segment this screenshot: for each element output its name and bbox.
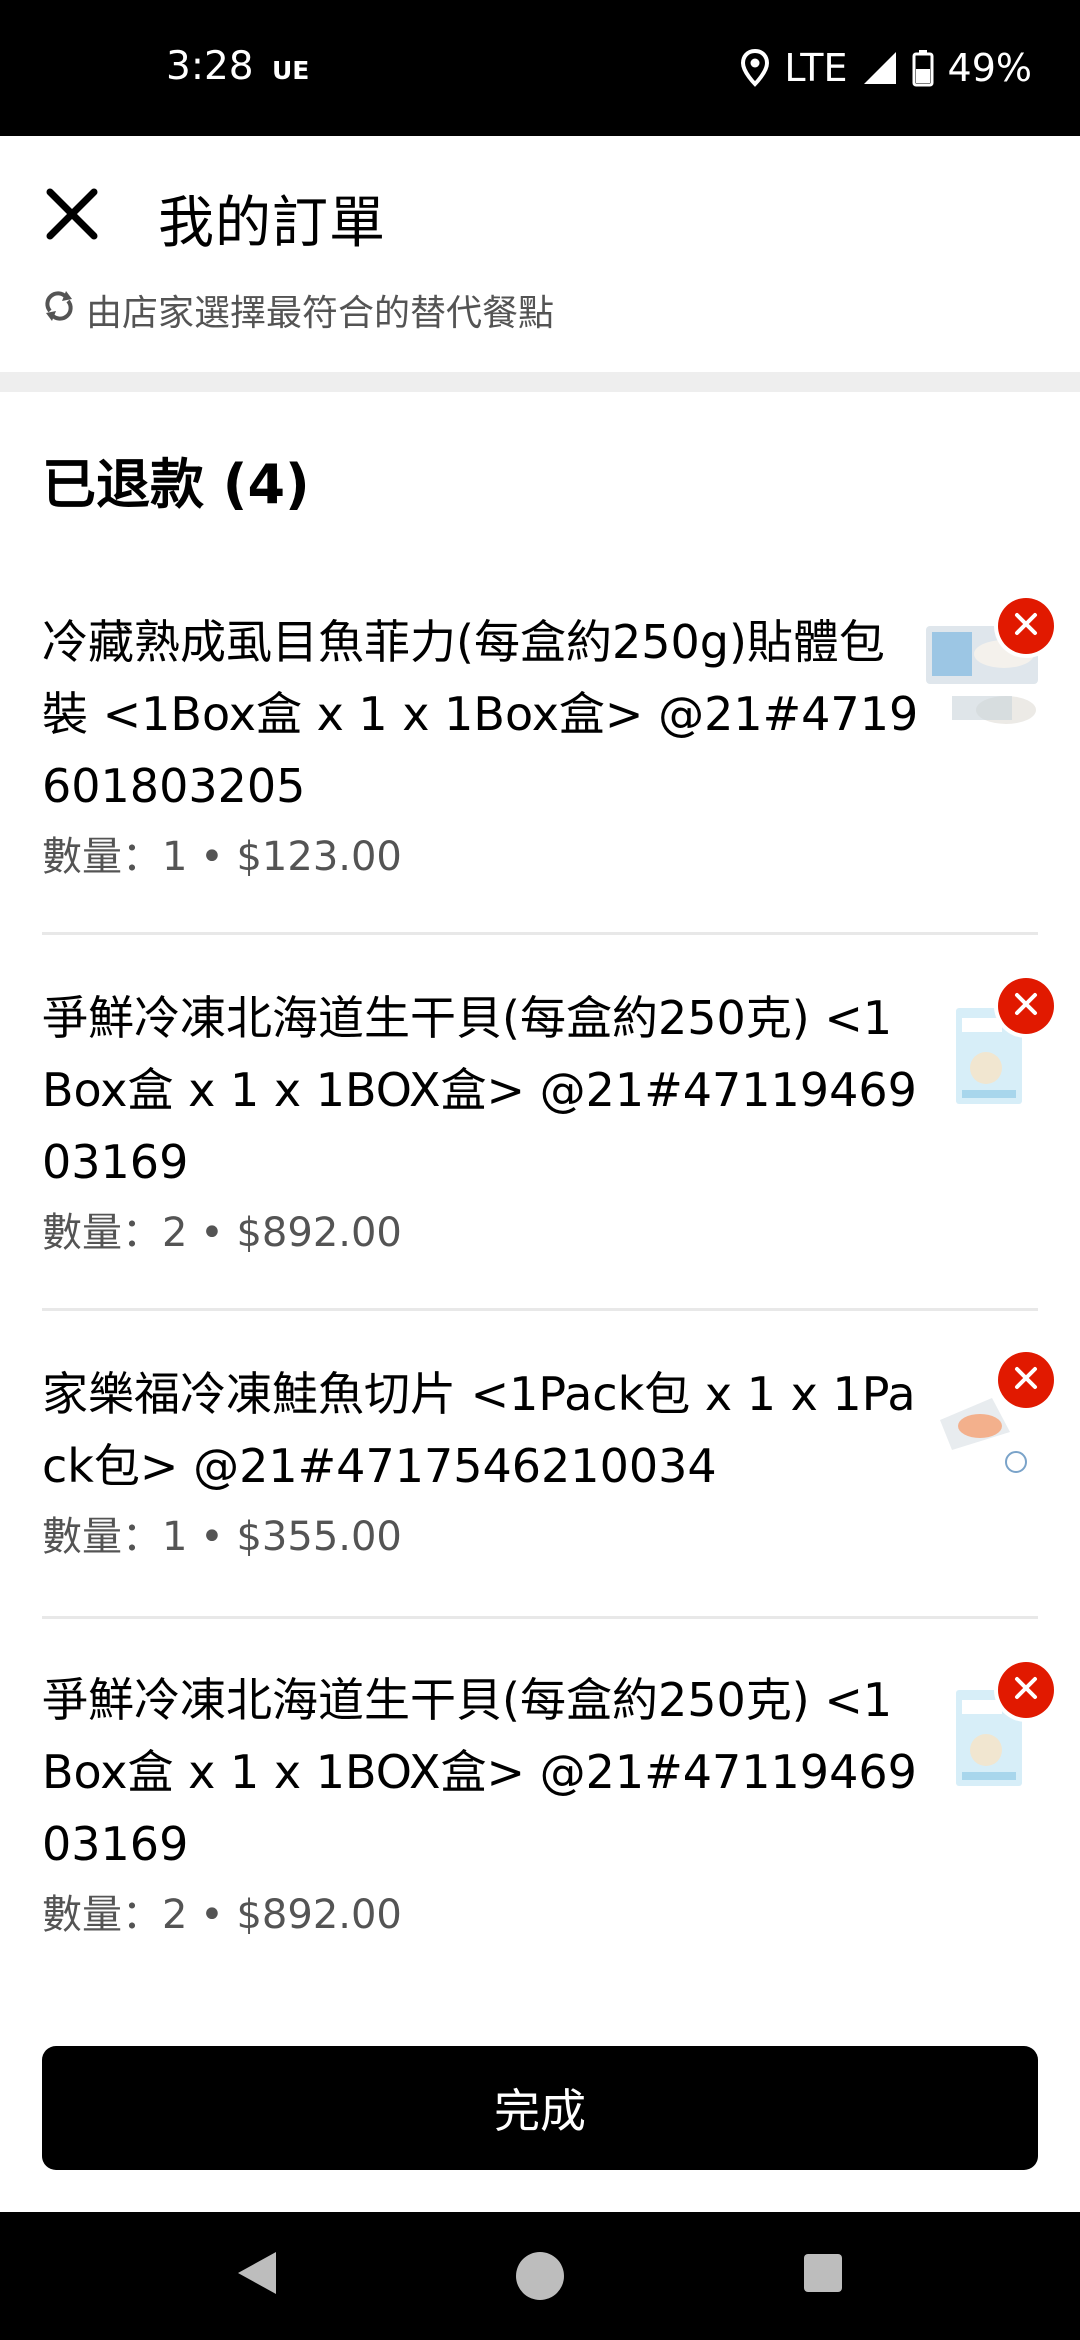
close-icon xyxy=(46,188,98,244)
recents-icon[interactable] xyxy=(802,2252,844,2298)
list-item[interactable]: 冷藏熟成虱目魚菲力(每盒約250g)貼體包裝 <1Box盒 x 1 x 1Box… xyxy=(42,598,1054,882)
substitute-note-text: 由店家選擇最符合的替代餐點 xyxy=(86,293,555,334)
item-name: 冷藏熟成虱目魚菲力(每盒約250g)貼體包裝 <1Box盒 x 1 x 1Box… xyxy=(42,615,919,813)
close-button[interactable] xyxy=(32,176,112,256)
item-meta: 數量：2 • $892.00 xyxy=(42,1210,402,1256)
refresh-icon xyxy=(42,289,76,332)
remove-item-button[interactable] xyxy=(998,1662,1054,1718)
home-icon[interactable] xyxy=(514,2250,566,2306)
system-nav-bar xyxy=(0,2212,1080,2340)
page-title: 我的訂單 xyxy=(158,191,386,256)
close-icon xyxy=(1013,1365,1039,1395)
status-carrier: UE xyxy=(272,56,310,85)
close-icon xyxy=(1013,611,1039,641)
substitute-note: 由店家選擇最符合的替代餐點 xyxy=(42,284,554,336)
done-button[interactable]: 完成 xyxy=(42,2046,1038,2170)
remove-item-button[interactable] xyxy=(998,1352,1054,1408)
status-bar: 3:28 UE LTE 49% xyxy=(0,0,1080,136)
status-right: LTE 49% xyxy=(740,44,1032,92)
item-name: 爭鮮冷凍北海道生干貝(每盒約250克) <1Box盒 x 1 x 1BOX盒> … xyxy=(42,991,917,1189)
item-divider xyxy=(42,1308,1038,1311)
item-divider xyxy=(42,932,1038,935)
remove-item-button[interactable] xyxy=(998,978,1054,1034)
item-meta: 數量：1 • $123.00 xyxy=(42,834,402,880)
close-icon xyxy=(1013,1675,1039,1705)
network-type: LTE xyxy=(784,46,848,90)
item-meta: 數量：1 • $355.00 xyxy=(42,1514,402,1560)
battery-icon xyxy=(912,49,934,87)
item-name: 家樂福冷凍鮭魚切片 <1Pack包 x 1 x 1Pack包> @21#4717… xyxy=(42,1367,916,1493)
item-text: 爭鮮冷凍北海道生干貝(每盒約250克) <1Box盒 x 1 x 1BOX盒> … xyxy=(42,1664,922,1940)
item-meta: 數量：2 • $892.00 xyxy=(42,1892,402,1938)
item-text: 爭鮮冷凍北海道生干貝(每盒約250克) <1Box盒 x 1 x 1BOX盒> … xyxy=(42,982,922,1258)
item-text: 冷藏熟成虱目魚菲力(每盒約250g)貼體包裝 <1Box盒 x 1 x 1Box… xyxy=(42,606,922,882)
refunded-section-title: 已退款 (4) xyxy=(42,453,310,516)
list-item[interactable]: 家樂福冷凍鮭魚切片 <1Pack包 x 1 x 1Pack包> @21#4717… xyxy=(42,1352,1054,1562)
status-time: 3:28 xyxy=(166,44,254,89)
remove-item-button[interactable] xyxy=(998,598,1054,654)
battery-percent: 49% xyxy=(947,46,1032,90)
header: 我的訂單 由店家選擇最符合的替代餐點 xyxy=(0,136,1080,372)
item-text: 家樂福冷凍鮭魚切片 <1Pack包 x 1 x 1Pack包> @21#4717… xyxy=(42,1358,922,1562)
section-divider xyxy=(0,372,1080,392)
item-name: 爭鮮冷凍北海道生干貝(每盒約250克) <1Box盒 x 1 x 1BOX盒> … xyxy=(42,1673,917,1871)
back-icon[interactable] xyxy=(234,2248,280,2302)
list-item[interactable]: 爭鮮冷凍北海道生干貝(每盒約250克) <1Box盒 x 1 x 1BOX盒> … xyxy=(42,1662,1054,1940)
item-divider xyxy=(42,1616,1038,1619)
list-item[interactable]: 爭鮮冷凍北海道生干貝(每盒約250克) <1Box盒 x 1 x 1BOX盒> … xyxy=(42,978,1054,1258)
close-icon xyxy=(1013,991,1039,1021)
location-icon xyxy=(740,49,770,87)
screen: 3:28 UE LTE 49% 我的訂單 由店家選擇最符合的替代餐點 已退款 (… xyxy=(0,0,1080,2340)
signal-icon xyxy=(862,50,898,86)
